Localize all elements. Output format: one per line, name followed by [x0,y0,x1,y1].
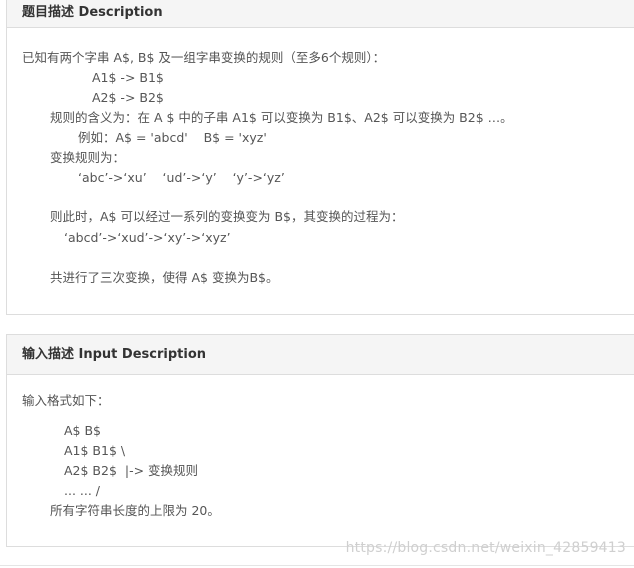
bottom-divider [0,565,634,566]
description-title: 题目描述 Description [22,5,163,20]
input-description-panel-header: 输入描述 Input Description [7,335,634,375]
desc-line-8: 则此时，A$ 可以经过一系列的变换变为 B$，其变换的过程为： [50,209,404,224]
desc-line-10: 共进行了三次变换，使得 A$ 变换为B$。 [50,270,279,285]
input-line-1: 输入格式如下： [22,393,110,408]
desc-line-9: ‘abcd’->‘xud’->‘xy’->‘xyz’ [64,230,231,245]
desc-line-1: 已知有两个字串 A$, B$ 及一组字串变换的规则（至多6个规则）： [22,50,386,65]
desc-line-3: A2$ -> B2$ [92,90,164,105]
desc-line-7: ‘abc’->‘xu’ ‘ud’->‘y’ ‘y’->‘yz’ [78,170,285,185]
desc-line-4: 规则的含义为：在 A $ 中的子串 A1$ 可以变换为 B1$、A2$ 可以变换… [50,110,513,125]
input-line-4: A2$ B2$ |-> 变换规则 [64,463,199,478]
input-line-3: A1$ B1$ \ [64,443,126,458]
desc-line-5: 例如：A$ = 'abcd' B$ = 'xyz' [78,130,267,145]
desc-line-6: 变换规则为： [50,150,126,165]
input-line-2: A$ B$ [64,423,102,438]
description-panel-header: 题目描述 Description [7,0,634,28]
input-description-title: 输入描述 Input Description [22,347,206,362]
watermark-text: https://blog.csdn.net/weixin_42859413 [345,540,626,556]
desc-line-2: A1$ -> B1$ [92,70,164,85]
input-line-5: ... ... / [64,483,100,498]
input-line-6: 所有字符串长度的上限为 20。 [50,503,220,518]
